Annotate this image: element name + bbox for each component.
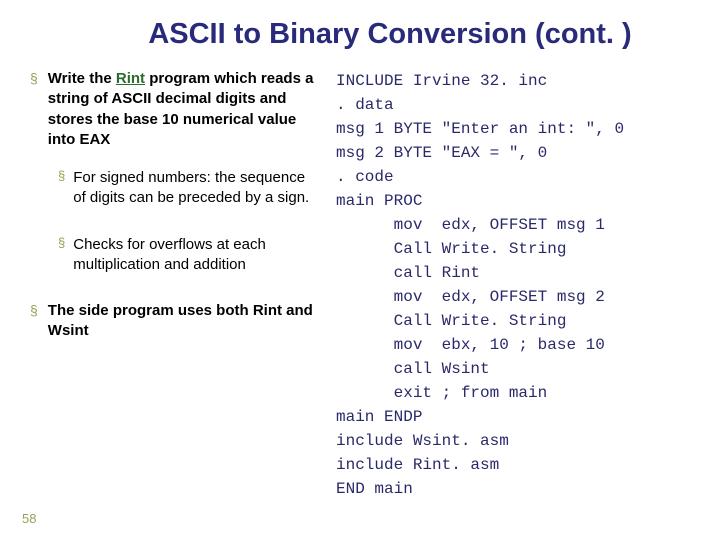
code-line: call Rint	[336, 264, 480, 282]
slide-title: ASCII to Binary Conversion (cont. )	[0, 0, 720, 61]
bullet-3: § Checks for overflows at each multiplic…	[58, 235, 320, 276]
code-line: exit ; from main	[336, 384, 547, 402]
bullet-text: The side program uses both Rint and Wsin…	[48, 301, 320, 342]
code-line: msg 1 BYTE "Enter an int: ", 0	[336, 120, 624, 138]
bullet-text: Checks for overflows at each multiplicat…	[73, 235, 320, 276]
code-line: mov edx, OFFSET msg 2	[336, 288, 605, 306]
code-line: main ENDP	[336, 408, 422, 426]
code-line: . data	[336, 96, 394, 114]
bullet-text: Write the Rint program which reads a str…	[48, 69, 320, 150]
bullet-marker: §	[58, 235, 65, 276]
bullet-1: § Write the Rint program which reads a s…	[30, 69, 320, 150]
code-block: INCLUDE Irvine 32. inc . data msg 1 BYTE…	[330, 69, 710, 501]
page-number: 58	[22, 511, 36, 526]
code-line: call Wsint	[336, 360, 490, 378]
code-line: Call Write. String	[336, 312, 566, 330]
code-line: include Wsint. asm	[336, 432, 509, 450]
bullet-1-pre: Write the	[48, 70, 116, 87]
code-line: mov ebx, 10 ; base 10	[336, 336, 605, 354]
code-line: include Rint. asm	[336, 456, 499, 474]
content-area: § Write the Rint program which reads a s…	[0, 61, 720, 501]
code-line: msg 2 BYTE "EAX = ", 0	[336, 144, 547, 162]
code-line: mov edx, OFFSET msg 1	[336, 216, 605, 234]
bullet-marker: §	[30, 301, 38, 342]
code-line: . code	[336, 168, 394, 186]
code-line: main PROC	[336, 192, 422, 210]
code-line: END main	[336, 480, 413, 498]
bullet-2: § For signed numbers: the sequence of di…	[58, 168, 320, 209]
bullet-text: For signed numbers: the sequence of digi…	[73, 168, 320, 209]
bullet-marker: §	[30, 69, 38, 150]
bullet-marker: §	[58, 168, 65, 209]
code-line: INCLUDE Irvine 32. inc	[336, 72, 547, 90]
bullet-4: § The side program uses both Rint and Ws…	[30, 301, 320, 342]
left-column: § Write the Rint program which reads a s…	[30, 69, 330, 501]
rint-link: Rint	[116, 70, 145, 87]
code-line: Call Write. String	[336, 240, 566, 258]
